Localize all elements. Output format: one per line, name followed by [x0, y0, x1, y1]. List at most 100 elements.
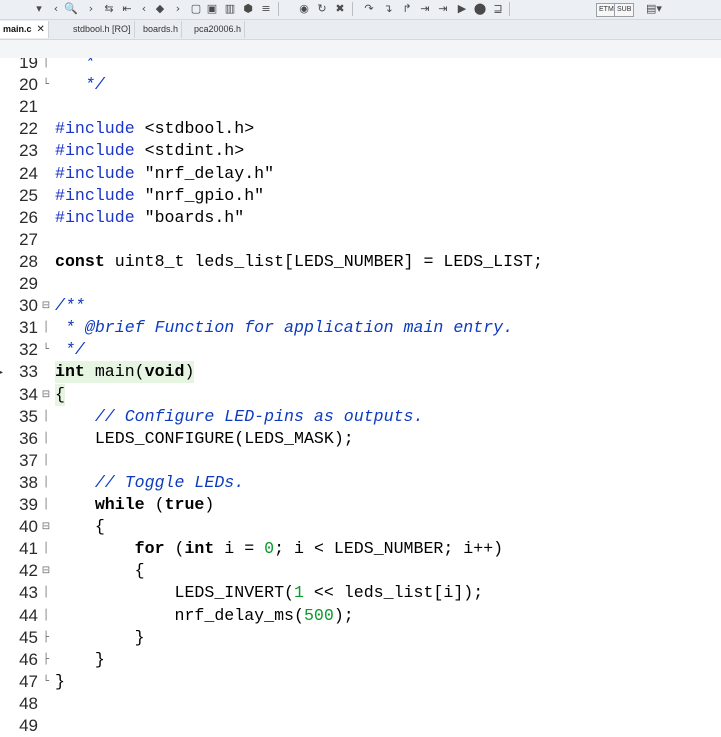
- code-text: * @brief Function for application main e…: [55, 318, 514, 338]
- fold-guide: [40, 185, 52, 207]
- reset-icon[interactable]: ↻: [315, 2, 329, 16]
- code-line[interactable]: 34 ⊟{: [0, 383, 721, 406]
- dropdown-arrow-icon[interactable]: ▾: [32, 2, 46, 16]
- code-line[interactable]: 38 │ // Toggle LEDs.: [0, 472, 721, 494]
- code-line[interactable]: 29: [0, 273, 721, 295]
- insert-indent-icon[interactable]: ⇆: [102, 2, 116, 16]
- code-line[interactable]: 44 │ nrf_delay_ms(500);: [0, 605, 721, 627]
- code-line[interactable]: 39 │ while (true): [0, 494, 721, 516]
- line-number: 39: [19, 495, 38, 514]
- clear-bookmark-icon[interactable]: ▢: [189, 2, 203, 16]
- remove-indent-icon[interactable]: ⇤: [120, 2, 134, 16]
- fold-guide: [40, 273, 52, 295]
- code-text: #include "boards.h": [55, 207, 245, 227]
- code-line[interactable]: 25 #include "nrf_gpio.h": [0, 185, 721, 207]
- build-icon[interactable]: ▥: [223, 2, 237, 16]
- code-text: LEDS_INVERT(1 << leds_list[i]);: [55, 583, 484, 603]
- fold-guide: [40, 251, 52, 273]
- code-line[interactable]: 40 ⊟ {: [0, 516, 721, 538]
- fold-guide: [40, 96, 52, 118]
- code-line[interactable]: 30 ⊟/**: [0, 295, 721, 317]
- batch-build-icon[interactable]: ≡: [259, 2, 273, 16]
- step-over-icon[interactable]: ↴: [381, 2, 395, 16]
- tab-label: stdbool.h [RO]: [73, 24, 131, 34]
- tab-boards-h[interactable]: boards.h: [140, 21, 183, 38]
- fold-toggle-icon[interactable]: ⊟: [40, 295, 52, 317]
- stop-icon[interactable]: ✖: [333, 2, 347, 16]
- step-into-icon[interactable]: ↷: [362, 2, 376, 16]
- code-line[interactable]: 41 │ for (int i = 0; i < LEDS_NUMBER; i++…: [0, 538, 721, 560]
- code-text: */: [55, 340, 85, 360]
- code-line[interactable]: 22 #include <stdbool.h>: [0, 118, 721, 140]
- halt-icon[interactable]: ⬤: [473, 2, 487, 16]
- code-line[interactable]: 43 │ LEDS_INVERT(1 << leds_list[i]);: [0, 582, 721, 604]
- code-text: }: [55, 649, 105, 669]
- code-line[interactable]: 49: [0, 715, 721, 737]
- line-number: 32: [19, 340, 38, 360]
- rebuild-icon[interactable]: ⬢: [241, 2, 255, 16]
- run-icon[interactable]: ▶: [455, 2, 469, 16]
- code-line[interactable]: 35 │ // Configure LED-pins as outputs.: [0, 406, 721, 428]
- code-line[interactable]: 26 #include "boards.h": [0, 207, 721, 229]
- tab-stdbool-h[interactable]: stdbool.h [RO]: [70, 21, 135, 38]
- code-line[interactable]: 23 #include <stdint.h>: [0, 140, 721, 162]
- window-layout-icon[interactable]: ▤▾: [642, 2, 666, 16]
- code-line[interactable]: 48: [0, 693, 721, 715]
- code-line[interactable]: 32 └ */: [0, 339, 721, 361]
- prev-bookmark-icon[interactable]: ‹: [137, 2, 151, 16]
- code-line[interactable]: 28 const uint8_t leds_list[LEDS_NUMBER] =…: [0, 251, 721, 273]
- line-number: 44: [19, 605, 38, 625]
- tab-pca20006-h[interactable]: pca20006.h: [191, 21, 246, 38]
- fold-guide: │: [42, 454, 50, 466]
- code-line[interactable]: 24 #include "nrf_delay.h": [0, 163, 721, 185]
- tab-label: main.c: [3, 24, 32, 34]
- code-line[interactable]: 45 ├ }: [0, 627, 721, 649]
- line-number: 22: [19, 119, 38, 139]
- code-line[interactable]: ▸33int main(void): [0, 361, 721, 384]
- editor-header-strip: [0, 40, 721, 58]
- code-text: #include "nrf_delay.h": [55, 163, 275, 183]
- fold-toggle-icon[interactable]: ⊟: [40, 516, 52, 538]
- code-line[interactable]: 47 └}: [0, 671, 721, 693]
- line-number: 25: [19, 185, 38, 205]
- code-line[interactable]: 42 ⊟ {: [0, 560, 721, 582]
- next-bookmark-icon[interactable]: ›: [171, 2, 185, 16]
- back-icon[interactable]: ‹: [49, 2, 63, 16]
- code-text: #include "nrf_gpio.h": [55, 185, 265, 205]
- code-text: {: [55, 561, 145, 581]
- run-to-cursor-icon[interactable]: ⇥: [418, 2, 432, 16]
- fold-guide: └: [42, 79, 50, 91]
- line-number: 41: [19, 539, 38, 559]
- code-text: const uint8_t leds_list[LEDS_NUMBER] = L…: [55, 251, 543, 271]
- step-out-icon[interactable]: ↱: [400, 2, 414, 16]
- code-line[interactable]: 46 ├ }: [0, 649, 721, 671]
- show-next-icon[interactable]: ⇥: [436, 2, 450, 16]
- code-line[interactable]: 31 │ * @brief Function for application ma…: [0, 317, 721, 339]
- forward-icon[interactable]: ›: [84, 2, 98, 16]
- start-debug-icon[interactable]: ◉: [297, 2, 311, 16]
- line-number: 30: [19, 296, 38, 316]
- fold-toggle-icon[interactable]: ⊟: [40, 384, 52, 406]
- window-icon[interactable]: ⊒: [491, 2, 505, 16]
- fold-guide: [40, 229, 52, 251]
- fold-guide: [40, 715, 52, 737]
- bookmark-icon[interactable]: ◆: [153, 2, 167, 16]
- find-icon[interactable]: 🔍: [64, 2, 78, 16]
- copy-icon[interactable]: ▣: [205, 2, 219, 16]
- code-text: *: [74, 58, 95, 72]
- code-line[interactable]: 19 │ *: [0, 58, 721, 74]
- code-line[interactable]: 36 │ LEDS_CONFIGURE(LEDS_MASK);: [0, 428, 721, 450]
- code-editor[interactable]: 19 │ * 20 └ */ 21 22 #include <stdbool.h> 23 #in…: [0, 58, 721, 737]
- code-line[interactable]: 37 │: [0, 450, 721, 472]
- fold-guide: [40, 163, 52, 185]
- line-number: 37: [19, 450, 38, 470]
- code-line[interactable]: 21: [0, 96, 721, 118]
- fold-guide: │: [42, 322, 50, 334]
- line-number: 24: [19, 163, 38, 183]
- fold-toggle-icon[interactable]: ⊟: [40, 560, 52, 582]
- code-line[interactable]: 20 └ */: [0, 74, 721, 96]
- tab-main-c[interactable]: main.c ✕: [0, 21, 49, 38]
- code-line[interactable]: 27: [0, 229, 721, 251]
- close-icon[interactable]: ✕: [37, 24, 45, 35]
- toolbar-badge-sub[interactable]: SUB: [614, 3, 635, 17]
